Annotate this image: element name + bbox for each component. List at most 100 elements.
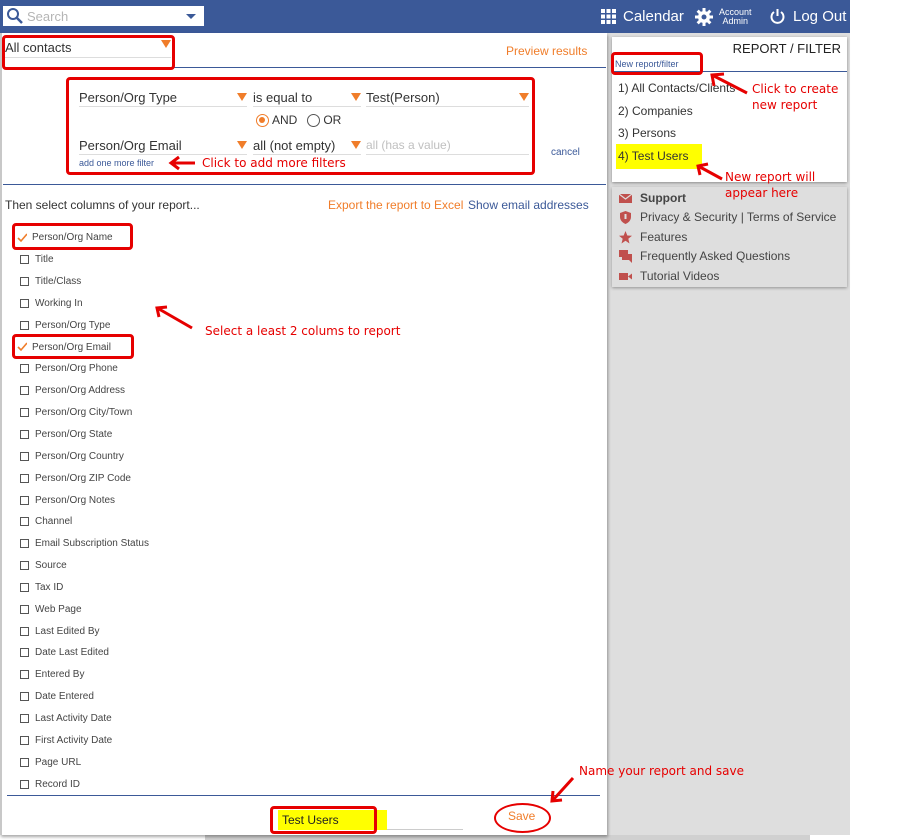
divider — [7, 795, 600, 796]
column-option[interactable]: Web Page — [20, 598, 149, 620]
privacy-terms-label: Privacy & Security | Terms of Service — [640, 210, 837, 224]
checkbox[interactable] — [20, 735, 29, 745]
calendar-label: Calendar — [623, 8, 684, 25]
column-option-label: Date Last Edited — [35, 647, 109, 659]
column-option[interactable]: Page URL — [20, 751, 149, 773]
column-option[interactable]: First Activity Date — [20, 729, 149, 751]
column-option-label: Person/Org Notes — [35, 494, 116, 506]
column-option-label: Source — [35, 560, 67, 572]
checkbox[interactable] — [20, 364, 29, 374]
annotation-select-columns: Select a least 2 colums to report — [205, 324, 401, 338]
column-option[interactable]: Email Subscription Status — [20, 533, 149, 555]
column-option-label: Title/Class — [35, 276, 82, 288]
column-option-label: Record ID — [35, 778, 81, 790]
report-filter-title: REPORT / FILTER — [732, 41, 841, 56]
checkbox[interactable] — [20, 626, 29, 636]
checkbox[interactable] — [20, 757, 29, 767]
tutorial-videos-label: Tutorial Videos — [640, 269, 720, 283]
checkbox[interactable] — [20, 670, 29, 680]
column-option-label: First Activity Date — [35, 734, 113, 746]
report-item-highlighted[interactable]: 4) Test Users — [616, 144, 703, 169]
checkbox[interactable] — [20, 255, 29, 265]
preview-results-link[interactable]: Preview results — [506, 44, 587, 58]
checkbox[interactable] — [20, 561, 29, 571]
annotation-name-and-save: Name your report and save — [579, 764, 744, 778]
column-option[interactable]: Last Activity Date — [20, 708, 149, 730]
column-option[interactable]: Person/Org City/Town — [20, 402, 149, 424]
checkbox[interactable] — [20, 386, 29, 396]
checkbox[interactable] — [20, 408, 29, 418]
column-option[interactable]: Record ID — [20, 773, 149, 795]
column-option[interactable]: Date Last Edited — [20, 642, 149, 664]
report-item[interactable]: 2) Companies — [618, 104, 693, 118]
report-item[interactable]: 1) All Contacts/Clients — [618, 81, 735, 95]
checkbox[interactable] — [20, 713, 29, 723]
column-option[interactable]: Person/Org ZIP Code — [20, 467, 149, 489]
features-link[interactable]: Features — [619, 230, 687, 244]
column-option[interactable]: Person/Org State — [20, 424, 149, 446]
column-option[interactable]: Title — [20, 249, 149, 271]
column-option[interactable]: Source — [20, 555, 149, 577]
support-label: Support — [640, 191, 686, 205]
column-option[interactable]: Person/Org Address — [20, 380, 149, 402]
column-option[interactable]: Channel — [20, 511, 149, 533]
column-option-label: Date Entered — [35, 691, 94, 703]
column-option[interactable]: Working In — [20, 293, 149, 315]
checkbox[interactable] — [20, 539, 29, 549]
export-excel-link[interactable]: Export the report to Excel — [328, 198, 463, 212]
checkbox[interactable] — [20, 495, 29, 505]
annotation-new-report-2: appear here — [725, 186, 799, 200]
logout-label: Log Out — [793, 8, 847, 25]
column-option[interactable]: Title/Class — [20, 271, 149, 293]
divider — [3, 184, 606, 185]
power-icon — [770, 9, 785, 24]
annotation-ellipse-save — [494, 803, 551, 833]
calendar-link[interactable]: Calendar — [601, 0, 684, 33]
report-item[interactable]: 3) Persons — [618, 126, 676, 140]
column-option[interactable]: Entered By — [20, 664, 149, 686]
support-links-panel: Support Privacy & Security | Terms of Se… — [612, 187, 847, 287]
checkbox[interactable] — [20, 430, 29, 440]
privacy-terms-link[interactable]: Privacy & Security | Terms of Service — [619, 210, 836, 224]
star-icon — [619, 230, 632, 243]
annotation-add-filters: Click to add more filters — [202, 156, 346, 170]
column-option[interactable]: Date Entered — [20, 686, 149, 708]
checkbox[interactable] — [20, 604, 29, 614]
columns-heading: Then select columns of your report... — [5, 198, 200, 212]
checkbox[interactable] — [20, 692, 29, 702]
annotation-box-name-column — [12, 223, 133, 250]
tutorial-videos-link[interactable]: Tutorial Videos — [619, 269, 719, 283]
gear-icon — [695, 7, 713, 26]
search-dropdown-caret-icon[interactable] — [186, 13, 196, 19]
show-email-addresses-link[interactable]: Show email addresses — [468, 198, 589, 212]
column-option-label: Title — [35, 254, 54, 266]
cancel-link[interactable]: cancel — [551, 147, 580, 158]
account-admin-link[interactable]: Account Admin — [695, 0, 752, 33]
column-option[interactable]: Person/Org Phone — [20, 358, 149, 380]
annotation-box-email-column — [12, 334, 134, 359]
checkbox[interactable] — [20, 298, 29, 308]
checkbox[interactable] — [20, 648, 29, 658]
column-option[interactable]: Person/Org Notes — [20, 489, 149, 511]
logout-link[interactable]: Log Out — [769, 0, 846, 33]
support-link[interactable]: Support — [619, 191, 686, 205]
column-option[interactable]: Person/Org Type — [20, 314, 149, 336]
features-label: Features — [640, 230, 688, 244]
checkbox[interactable] — [20, 582, 29, 592]
search-input[interactable]: Search — [3, 6, 204, 26]
checkbox[interactable] — [20, 277, 29, 287]
annotation-box-contacts — [2, 35, 175, 70]
column-option[interactable]: Person/Org Country — [20, 445, 149, 467]
checkbox[interactable] — [20, 451, 29, 461]
checkbox[interactable] — [20, 517, 29, 527]
column-option[interactable]: Tax ID — [20, 577, 149, 599]
column-option-label: Person/Org Address — [35, 385, 126, 397]
bottom-shadow — [205, 835, 810, 840]
checkbox[interactable] — [20, 473, 29, 483]
faq-link[interactable]: Frequently Asked Questions — [619, 249, 790, 263]
checkbox[interactable] — [20, 320, 29, 330]
column-option-label: Person/Org ZIP Code — [35, 472, 131, 484]
search-placeholder: Search — [27, 8, 69, 24]
checkbox[interactable] — [20, 779, 29, 789]
column-option[interactable]: Last Edited By — [20, 620, 149, 642]
